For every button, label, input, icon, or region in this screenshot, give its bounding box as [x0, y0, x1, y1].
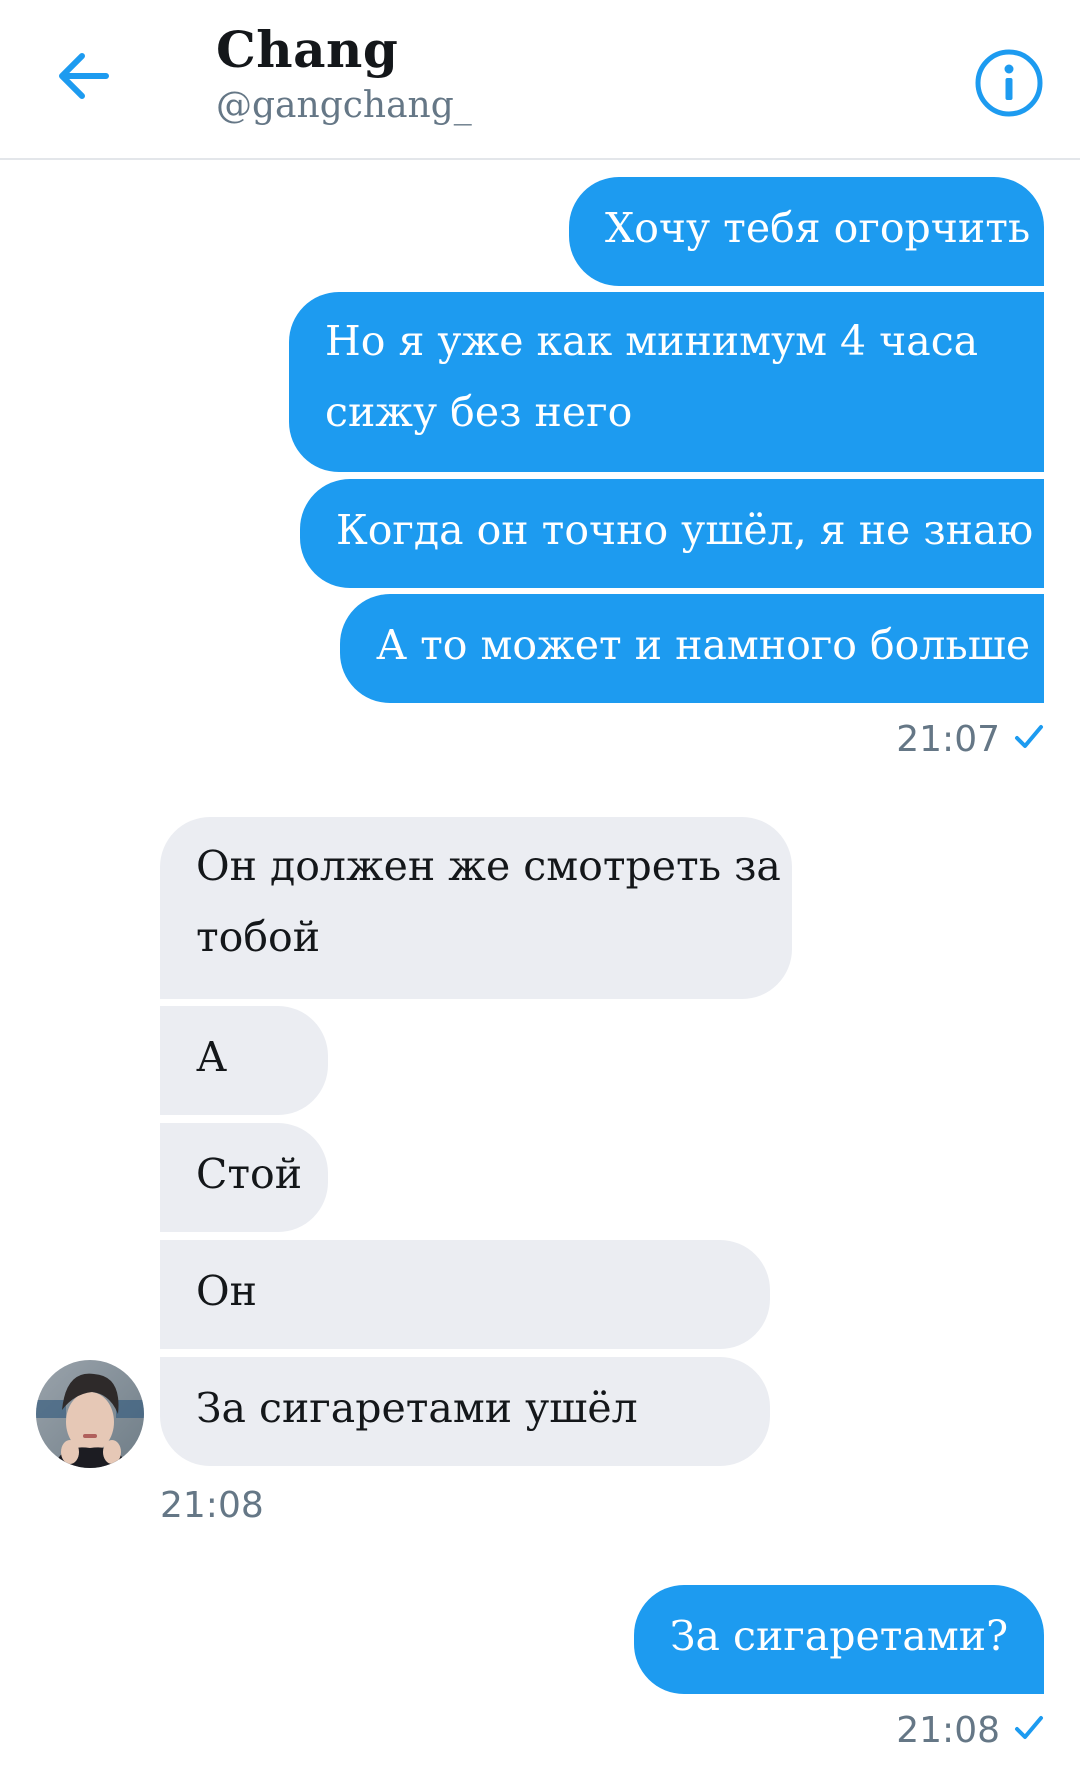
check-icon — [1014, 719, 1044, 763]
message-text: Стой — [196, 1150, 303, 1198]
message-text: Когда он точно ушёл, я не знаю — [336, 506, 1034, 554]
message-text: А то может и намного больше — [376, 621, 1031, 669]
message-text-line: сижу без него — [325, 388, 633, 436]
outgoing-message-bubble[interactable]: Когда он точно ушёл, я не знаю — [300, 479, 1044, 588]
outgoing-message-bubble[interactable]: Но я уже как минимум 4 часа сижу без нег… — [289, 292, 1044, 472]
message-text: За сигаретами ушёл — [196, 1384, 638, 1432]
info-icon[interactable] — [974, 48, 1044, 118]
contact-name[interactable]: Chang — [216, 18, 398, 82]
incoming-message-bubble[interactable]: А — [160, 1006, 328, 1115]
incoming-message-bubble[interactable]: За сигаретами ушёл — [160, 1357, 770, 1466]
message-meta: 21:08 — [896, 1709, 1044, 1754]
message-text: Хочу тебя огорчить — [605, 204, 1031, 252]
incoming-message-bubble[interactable]: Он должен же смотреть за тобой — [160, 817, 792, 999]
message-meta: 21:07 — [896, 718, 1044, 763]
avatar[interactable] — [36, 1360, 144, 1468]
chat-header: Chang @gangchang_ — [0, 0, 1080, 160]
message-text-line: Он должен же смотреть за — [196, 842, 781, 890]
incoming-message-bubble[interactable]: Стой — [160, 1123, 328, 1232]
outgoing-message-bubble[interactable]: За сигаретами? — [634, 1585, 1044, 1694]
incoming-message-bubble[interactable]: Он — [160, 1240, 770, 1349]
message-text: За сигаретами? — [670, 1612, 1009, 1660]
message-text-line: тобой — [196, 913, 321, 961]
contact-handle[interactable]: @gangchang_ — [216, 82, 472, 130]
outgoing-message-bubble[interactable]: А то может и намного больше — [340, 594, 1044, 703]
timestamp: 21:08 — [896, 1710, 1000, 1751]
timestamp: 21:08 — [160, 1485, 264, 1526]
message-text: А — [196, 1033, 228, 1081]
outgoing-message-bubble[interactable]: Хочу тебя огорчить — [569, 177, 1044, 286]
check-icon — [1014, 1710, 1044, 1754]
message-text: Он — [196, 1267, 257, 1315]
message-text-line: Но я уже как минимум 4 часа — [325, 317, 979, 365]
back-arrow-icon[interactable] — [52, 44, 116, 108]
message-meta: 21:08 — [160, 1484, 264, 1528]
timestamp: 21:07 — [896, 719, 1000, 760]
